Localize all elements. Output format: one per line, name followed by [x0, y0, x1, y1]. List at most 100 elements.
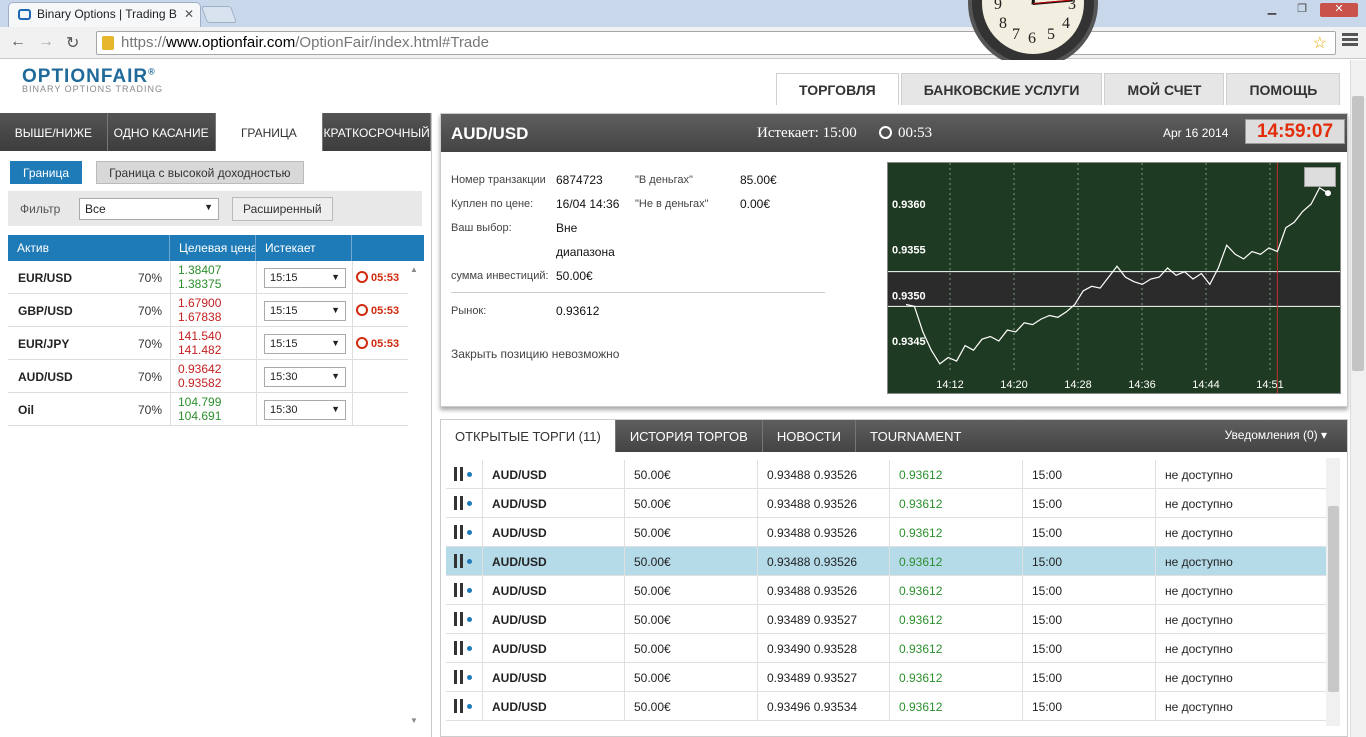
target-high: 1.38407 — [178, 263, 222, 277]
address-bar[interactable]: https://www.optionfair.com/OptionFair/in… — [96, 31, 1336, 55]
trade-status: не доступно — [1165, 497, 1233, 511]
tab-trade-history[interactable]: ИСТОРИЯ ТОРГОВ — [616, 420, 763, 452]
target-high: 1.67900 — [178, 296, 222, 310]
notifications-dropdown[interactable]: Уведомления (0) ▾ — [1225, 428, 1327, 442]
countdown-icon — [356, 337, 368, 349]
trade-row[interactable]: AUD/USD 50.00€ 0.93489 0.93527 0.93612 15:00… — [446, 605, 1326, 634]
dropdown-arrow-icon: ▼ — [331, 305, 340, 315]
advanced-button[interactable]: Расширенный — [232, 197, 333, 221]
filter-select[interactable]: Все ▼ — [79, 198, 219, 220]
chart-type-icon[interactable] — [1304, 167, 1336, 187]
restore-icon[interactable]: ❐ — [1290, 3, 1314, 17]
trade-status: не доступно — [1165, 700, 1233, 714]
trade-row[interactable]: AUD/USD 50.00€ 0.93488 0.93526 0.93612 15:00… — [446, 547, 1326, 576]
target-low: 104.691 — [178, 409, 222, 423]
trades-scrollbar-thumb[interactable] — [1328, 506, 1339, 692]
subtab-boundary[interactable]: Граница — [10, 161, 83, 184]
target-low: 1.67838 — [178, 310, 222, 324]
trade-status-icon — [454, 699, 474, 713]
txn-value: 6874723 — [556, 173, 603, 187]
bought-value: 16/04 14:36 — [556, 197, 620, 211]
trade-status-icon — [454, 641, 474, 655]
nav-trading[interactable]: ТОРГОВЛЯ — [776, 73, 899, 105]
minimize-icon[interactable]: ▁ — [1260, 3, 1284, 17]
trade-range: 0.93488 0.93526 — [767, 526, 858, 540]
nav-help[interactable]: ПОМОЩЬ — [1226, 73, 1341, 105]
column-divider — [170, 261, 171, 294]
asset-row[interactable]: EUR/JPY 70% 141.540 141.482 15:15 ▼ 05:53 — [8, 327, 408, 360]
trade-amount: 50.00€ — [634, 642, 671, 656]
trade-row[interactable]: AUD/USD 50.00€ 0.93489 0.93527 0.93612 15:00… — [446, 663, 1326, 692]
tab-high-low[interactable]: ВЫШЕ/НИЖЕ — [0, 113, 108, 151]
trade-row[interactable]: AUD/USD 50.00€ 0.93488 0.93526 0.93612 15:00… — [446, 489, 1326, 518]
column-divider — [624, 460, 625, 489]
trade-market: 0.93612 — [899, 671, 943, 685]
forward-icon[interactable]: → — [38, 33, 54, 51]
column-divider — [256, 294, 257, 327]
expiry-select[interactable]: 15:15 ▼ — [264, 334, 346, 354]
trade-expiry: 15:00 — [1032, 584, 1063, 598]
tab-one-touch[interactable]: ОДНО КАСАНИЕ — [108, 113, 216, 151]
tab-news[interactable]: НОВОСТИ — [763, 420, 856, 452]
asset-list-scrollbar[interactable]: ▲ ▼ — [410, 265, 422, 725]
asset-row[interactable]: EUR/USD 70% 1.38407 1.38375 15:15 ▼ 05:53 — [8, 261, 408, 294]
browser-menu-icon[interactable] — [1342, 33, 1358, 49]
tab-short-term[interactable]: КРАТКОСРОЧНЫЙ — [323, 113, 431, 151]
tab-tournament[interactable]: TOURNAMENT — [856, 420, 975, 452]
back-icon[interactable]: ← — [10, 33, 26, 51]
column-divider — [757, 576, 758, 605]
scroll-up-icon[interactable]: ▲ — [410, 265, 422, 274]
expiry-select[interactable]: 15:15 ▼ — [264, 268, 346, 288]
timer-value: 00:53 — [898, 125, 933, 141]
trade-status: не доступно — [1165, 671, 1233, 685]
asset-row[interactable]: Oil 70% 104.799 104.691 15:30 ▼ — [8, 393, 408, 426]
new-tab-button[interactable] — [200, 6, 238, 23]
nav-banking[interactable]: БАНКОВСКИЕ УСЛУГИ — [900, 73, 1103, 105]
column-divider — [1022, 605, 1023, 634]
subtab-high-yield[interactable]: Граница с высокой доходностью — [96, 161, 304, 184]
reload-icon[interactable]: ↻ — [66, 33, 79, 53]
tab-open-trades[interactable]: ОТКРЫТЫЕ ТОРГИ (11) — [441, 420, 616, 452]
asset-row[interactable]: GBP/USD 70% 1.67900 1.67838 15:15 ▼ 05:53 — [8, 294, 408, 327]
trade-row[interactable]: AUD/USD 50.00€ 0.93488 0.93526 0.93612 15:00… — [446, 518, 1326, 547]
browser-titlebar: Binary Options | Trading B ✕ ▁ ❐ ✕ — [0, 0, 1366, 27]
scroll-down-icon[interactable]: ▼ — [410, 716, 418, 725]
nav-my-account[interactable]: МОЙ СЧЕТ — [1104, 73, 1225, 105]
expiry-select[interactable]: 15:15 ▼ — [264, 301, 346, 321]
trade-pair: AUD/USD — [492, 497, 547, 511]
browser-tab[interactable]: Binary Options | Trading B ✕ — [8, 2, 201, 27]
column-divider — [889, 489, 890, 518]
close-window-icon[interactable]: ✕ — [1320, 3, 1358, 17]
column-divider — [889, 460, 890, 489]
trade-row[interactable]: AUD/USD 50.00€ 0.93496 0.93534 0.93612 15:00… — [446, 692, 1326, 721]
expiry-select[interactable]: 15:30 ▼ — [264, 400, 346, 420]
countdown-icon — [356, 271, 368, 283]
tab-close-icon[interactable]: ✕ — [184, 7, 194, 21]
column-divider — [1155, 576, 1156, 605]
chevron-down-icon: ▾ — [1320, 428, 1327, 442]
column-divider — [757, 634, 758, 663]
column-divider — [482, 489, 483, 518]
trades-tabs: ОТКРЫТЫЕ ТОРГИ (11) ИСТОРИЯ ТОРГОВ НОВОС… — [441, 420, 1347, 452]
asset-row[interactable]: AUD/USD 70% 0.93642 0.93582 15:30 ▼ — [8, 360, 408, 393]
expires-info: Истекает: 15:00 — [757, 125, 857, 142]
clock-face: 6 7 8 9 5 4 3 — [982, 0, 1084, 54]
trade-row[interactable]: AUD/USD 50.00€ 0.93488 0.93526 0.93612 15:00… — [446, 460, 1326, 489]
page-scrollbar-thumb[interactable] — [1352, 96, 1364, 371]
trade-market: 0.93612 — [899, 497, 943, 511]
asset-payout: 70% — [138, 304, 163, 318]
expiry-select[interactable]: 15:30 ▼ — [264, 367, 346, 387]
bookmark-star-icon[interactable]: ☆ — [1313, 33, 1327, 53]
column-divider — [889, 692, 890, 721]
column-divider — [889, 576, 890, 605]
timer: 00:53 — [879, 125, 932, 142]
trade-row[interactable]: AUD/USD 50.00€ 0.93488 0.93526 0.93612 15:00… — [446, 576, 1326, 605]
column-divider — [352, 261, 353, 294]
tab-boundary[interactable]: ГРАНИЦА — [215, 113, 324, 151]
column-divider — [352, 327, 353, 360]
trade-row[interactable]: AUD/USD 50.00€ 0.93490 0.93528 0.93612 15:00… — [446, 634, 1326, 663]
invest-value: 50.00€ — [556, 269, 593, 283]
trade-expiry: 15:00 — [1032, 613, 1063, 627]
current-price-point — [1325, 190, 1331, 197]
column-divider — [352, 393, 353, 426]
